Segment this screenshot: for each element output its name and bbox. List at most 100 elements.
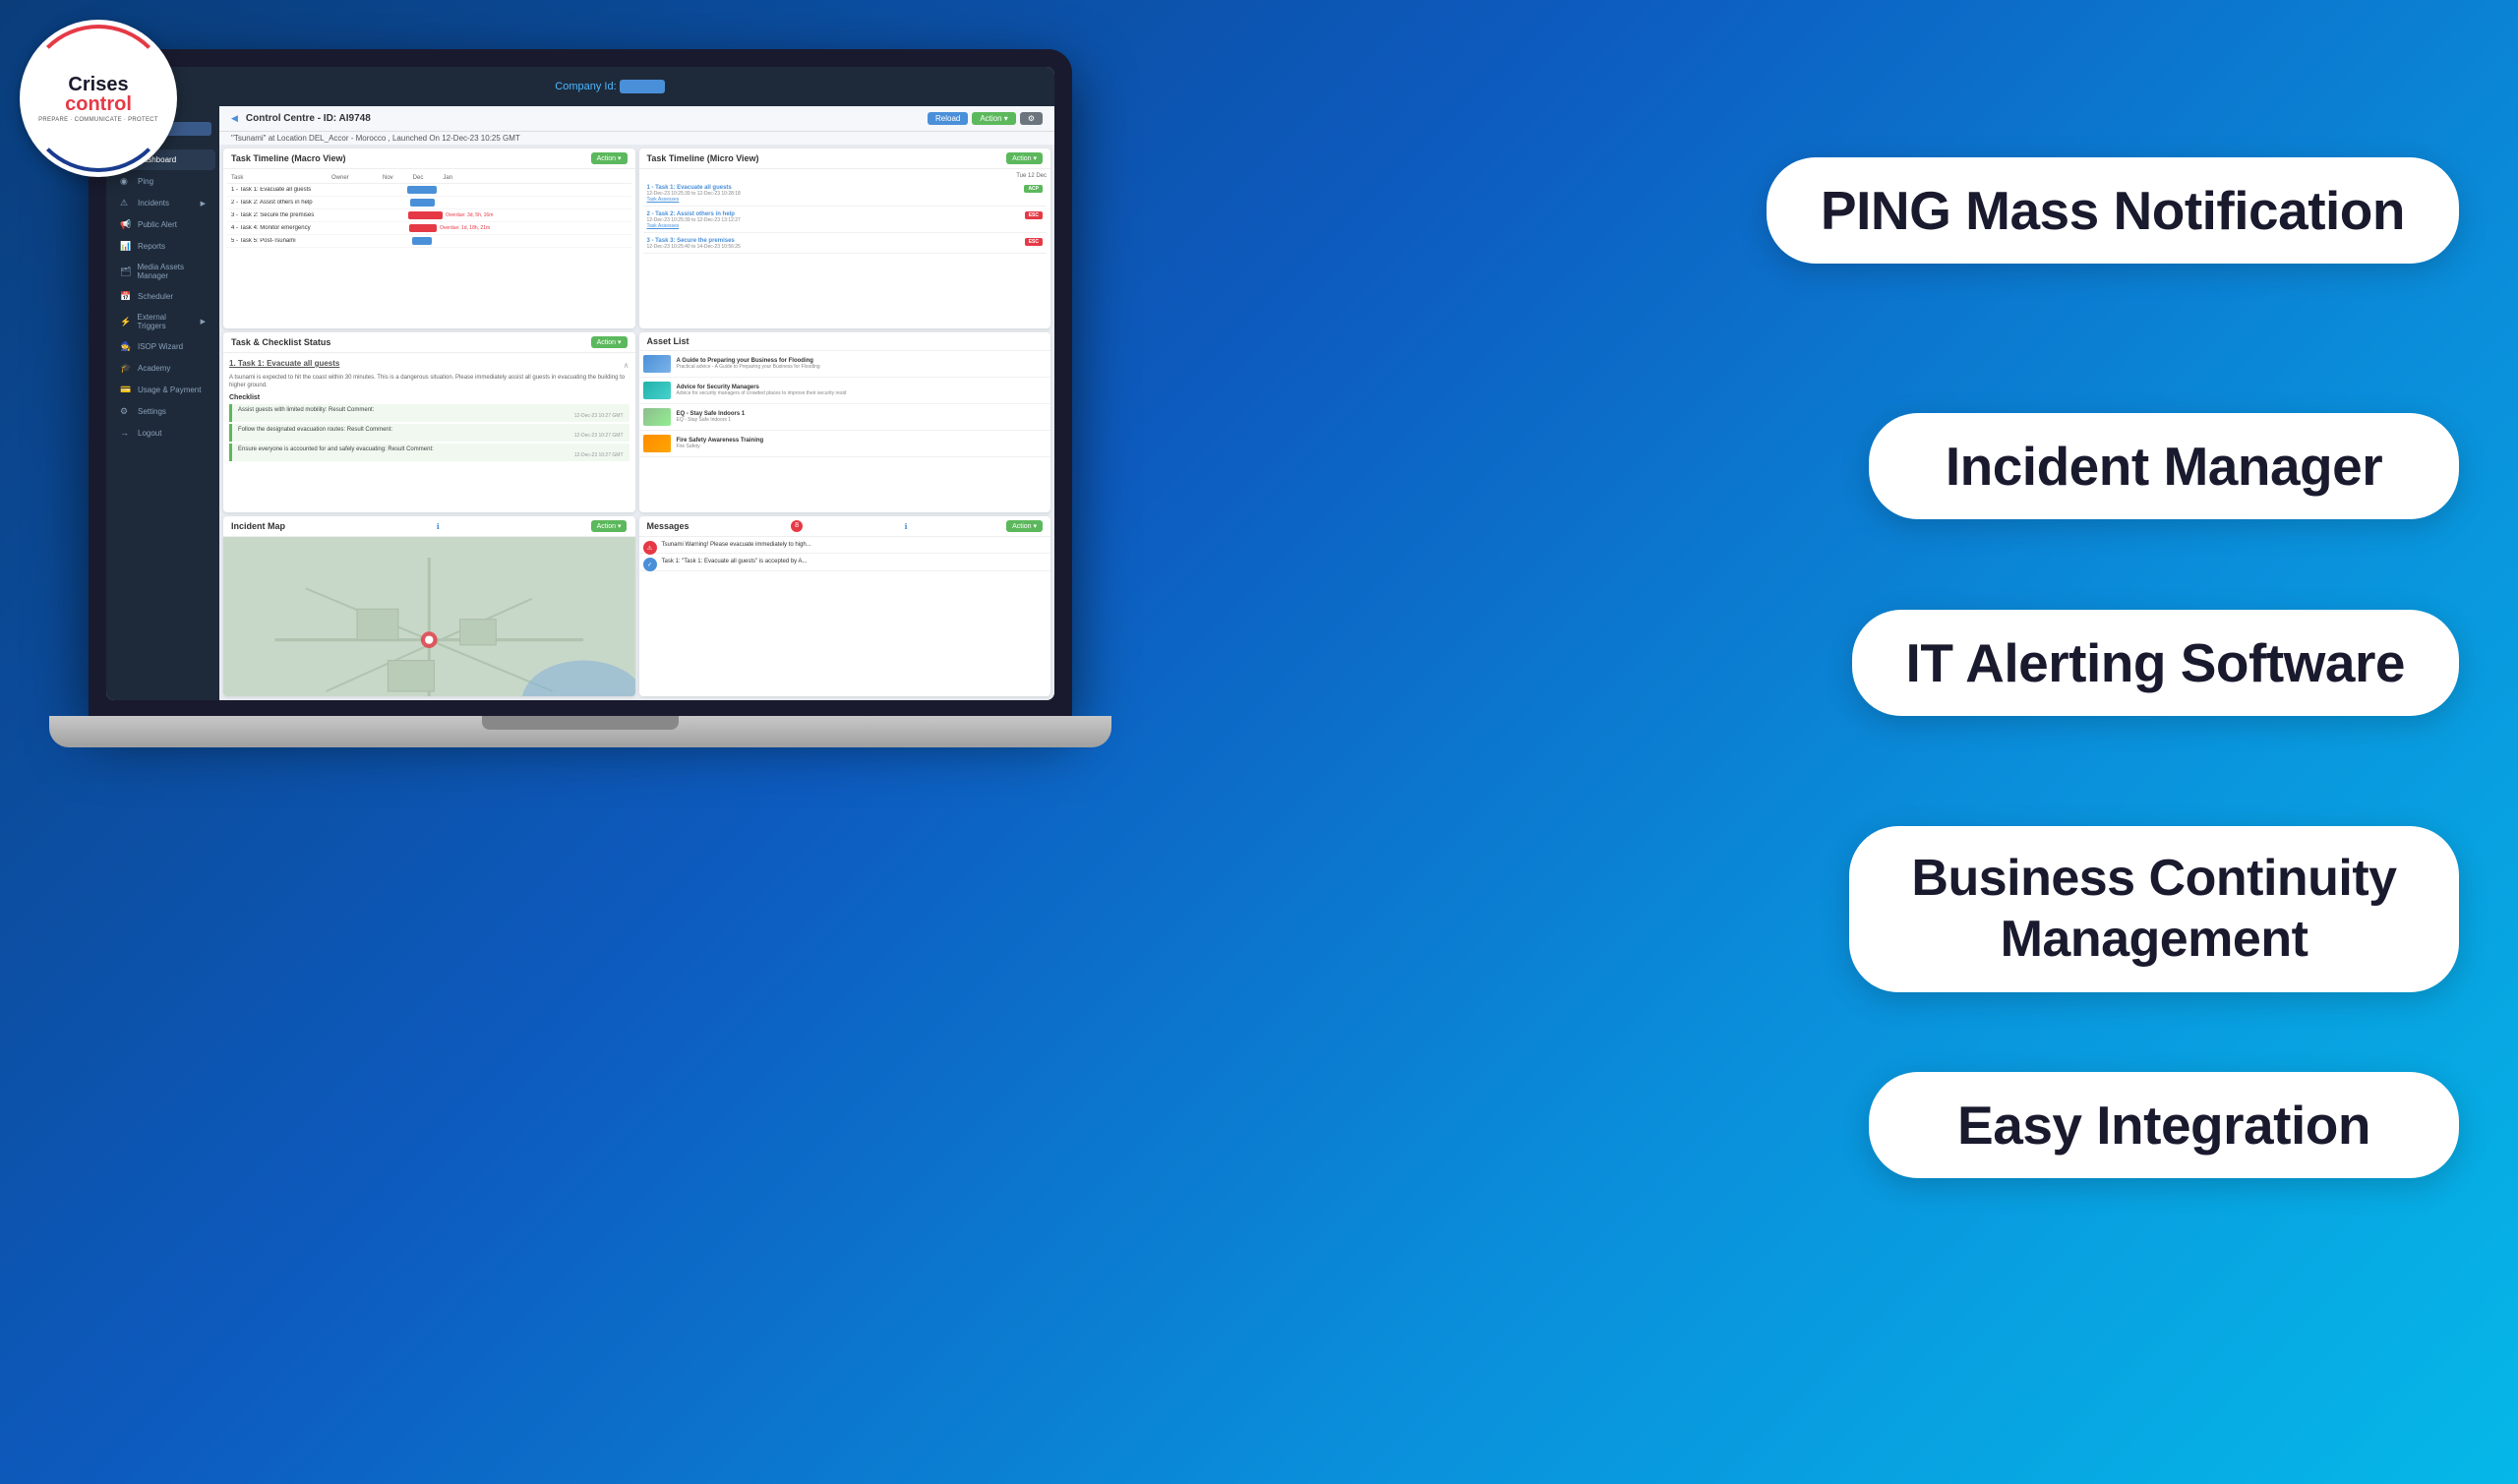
asset-thumb-1 xyxy=(643,355,671,373)
message-icon-1: ⚠ xyxy=(643,541,657,555)
macro-panel-header: Task Timeline (Macro View) Action ▾ xyxy=(223,148,635,169)
checklist-label: Checklist xyxy=(229,394,630,401)
gantt-bar-2 xyxy=(410,199,435,207)
map-panel-header: Incident Map ℹ Action ▾ xyxy=(223,516,635,537)
sidebar-item-media[interactable]: 🗂 Media Assets Manager xyxy=(110,258,215,285)
feature-ping-text: PING Mass Notification xyxy=(1821,180,2405,241)
checklist-ts-1: 12-Dec-23 10:27 GMT xyxy=(238,413,624,419)
sidebar-item-ping[interactable]: ◉ Ping xyxy=(110,171,215,192)
checklist-panel-header: Task & Checklist Status Action ▾ xyxy=(223,332,635,353)
sidebar-item-reports[interactable]: 📊 Reports xyxy=(110,236,215,257)
sidebar-item-settings[interactable]: ⚙ Settings xyxy=(110,401,215,422)
isop-icon: 🧙 xyxy=(120,341,132,352)
map-panel-title: Incident Map xyxy=(231,521,285,531)
micro-item-3-date: 12-Dec-23 10:25:40 to 14-Dec-23 10:56:25 xyxy=(647,244,1044,250)
micro-date-label: Tue 12 Dec xyxy=(643,173,1048,179)
reports-icon: 📊 xyxy=(120,241,132,252)
asset-item-2: Advice for Security Managers Advice for … xyxy=(639,378,1051,404)
gantt-row-5: 5 - Task 5: Post-Tsunami xyxy=(227,235,631,248)
gantt-row-4: 4 - Task 4: Monitor emergency Overdue: 1… xyxy=(227,222,631,235)
incidents-icon: ⚠ xyxy=(120,198,132,208)
sidebar-item-public-alert[interactable]: 📢 Public Alert xyxy=(110,214,215,235)
gantt-header: Task Owner Nov Dec Jan xyxy=(227,173,631,184)
task-timeline-macro-panel: Task Timeline (Macro View) Action ▾ Task… xyxy=(223,148,635,328)
micro-item-2-assess[interactable]: Task Assesses xyxy=(647,223,1044,229)
gantt-task-2-label: 2 - Task 2: Assist others in help xyxy=(231,200,330,206)
sidebar-item-usage[interactable]: 💳 Usage & Payment xyxy=(110,380,215,400)
feature-pill-ping: PING Mass Notification xyxy=(1767,157,2459,264)
sidebar-label-academy: Academy xyxy=(138,364,170,373)
asset-info-1: A Guide to Preparing your Business for F… xyxy=(677,358,1048,370)
action-button[interactable]: Action ▾ xyxy=(972,112,1015,125)
gantt-col-owner: Owner xyxy=(331,175,381,181)
sidebar-item-isop[interactable]: 🧙 ISOP Wizard xyxy=(110,336,215,357)
task-description: A tsunami is expected to hit the coast w… xyxy=(229,374,630,390)
micro-item-2: 2 - Task 2: Assist others in help ESC 12… xyxy=(643,208,1048,233)
map-display: + ⛶ xyxy=(223,537,635,696)
checklist-panel-title: Task & Checklist Status xyxy=(231,337,330,347)
messages-panel-body: ⚠ Tsunami Warning! Please evacuate immed… xyxy=(639,537,1051,696)
triggers-arrow: ▶ xyxy=(201,318,206,326)
map-svg xyxy=(223,537,635,696)
sidebar-label-settings: Settings xyxy=(138,407,166,416)
feature-incident-text: Incident Manager xyxy=(1946,436,2382,497)
gear-button[interactable]: ⚙ xyxy=(1020,112,1043,125)
asset-panel-header: Asset List xyxy=(639,332,1051,351)
asset-info-2: Advice for Security Managers Advice for … xyxy=(677,385,1048,396)
gantt-task-3-label: 3 - Task 2: Secure the premises xyxy=(231,212,330,218)
sidebar-item-academy[interactable]: 🎓 Academy xyxy=(110,358,215,379)
asset-panel-title: Asset List xyxy=(647,336,689,346)
header-company-label: Company Id: xyxy=(178,81,1043,92)
micro-action-btn[interactable]: Action ▾ xyxy=(1006,152,1043,164)
task-timeline-micro-panel: Task Timeline (Micro View) Action ▾ Tue … xyxy=(639,148,1051,328)
sidebar-item-logout[interactable]: → Logout xyxy=(110,423,215,443)
sidebar-label-public-alert: Public Alert xyxy=(138,220,177,229)
collapse-icon[interactable]: ∧ xyxy=(624,361,630,370)
asset-thumb-2 xyxy=(643,382,671,399)
micro-badge-1: ACP xyxy=(1024,185,1043,193)
checklist-ts-2: 12-Dec-23 10:27 GMT xyxy=(238,433,624,439)
gantt-col-dates: Nov Dec Jan xyxy=(383,175,628,181)
map-action-btn[interactable]: Action ▾ xyxy=(591,520,628,532)
asset-panel-body: A Guide to Preparing your Business for F… xyxy=(639,351,1051,512)
micro-panel-body: Tue 12 Dec 1 - Task 1: Evacuate all gues… xyxy=(639,169,1051,328)
checklist-item-3: Ensure everyone is accounted for and saf… xyxy=(229,444,630,461)
laptop-base xyxy=(49,716,1111,747)
reload-button[interactable]: Reload xyxy=(928,112,968,125)
logout-icon: → xyxy=(120,428,132,438)
incidents-arrow: ▶ xyxy=(201,200,206,208)
sidebar-item-scheduler[interactable]: 📅 Scheduler xyxy=(110,286,215,307)
sidebar-item-incidents[interactable]: ⚠ Incidents ▶ xyxy=(110,193,215,213)
settings-icon: ⚙ xyxy=(120,406,132,417)
micro-item-1-assess[interactable]: Task Assesses xyxy=(647,197,1044,203)
task-header-row: 1. Task 1: Evacuate all guests ∧ xyxy=(229,359,630,371)
messages-info-icon[interactable]: ℹ xyxy=(905,522,908,531)
macro-action-btn[interactable]: Action ▾ xyxy=(591,152,628,164)
gantt-bar-1 xyxy=(407,186,437,194)
gantt-row-1: 1 - Task 1: Evacuate all guests xyxy=(227,184,631,197)
message-text-1: Tsunami Warning! Please evacuate immedia… xyxy=(643,541,1048,549)
crises-control-logo: Crises control PREPARE · COMMUNICATE · P… xyxy=(20,20,177,177)
task-checklist-panel: Task & Checklist Status Action ▾ 1. Task… xyxy=(223,332,635,512)
sidebar-label-incidents: Incidents xyxy=(138,199,169,208)
laptop-hinge xyxy=(482,716,679,730)
sidebar-item-external-triggers[interactable]: ⚡ External Triggers ▶ xyxy=(110,308,215,335)
ping-icon: ◉ xyxy=(120,176,132,187)
checklist-action-btn[interactable]: Action ▾ xyxy=(591,336,628,348)
gantt-bar-3 xyxy=(408,211,443,219)
laptop-device: CC ☰ Company Id: AS ⊞ Dashb xyxy=(89,49,1131,797)
company-id-badge xyxy=(620,80,666,93)
app-body: AS ⊞ Dashboard ◉ Ping ⚠ Incidents ▶ xyxy=(106,106,1054,700)
messages-panel: Messages 8 ℹ Action ▾ ⚠ Tsunami Warning!… xyxy=(639,516,1051,696)
map-info-icon[interactable]: ℹ xyxy=(437,522,440,531)
checklist-panel-body: 1. Task 1: Evacuate all guests ∧ A tsuna… xyxy=(223,353,635,512)
gantt-task-4-label: 4 - Task 4: Monitor emergency xyxy=(231,225,330,231)
media-icon: 🗂 xyxy=(120,267,131,277)
checklist-item-2: Follow the designated evacuation routes:… xyxy=(229,424,630,442)
sidebar-label-scheduler: Scheduler xyxy=(138,292,173,301)
messages-action-btn[interactable]: Action ▾ xyxy=(1006,520,1043,532)
sidebar-label-media: Media Assets Manager xyxy=(137,263,206,280)
message-icon-2: ✓ xyxy=(643,558,657,571)
back-button[interactable]: ◀ xyxy=(231,113,238,124)
map-panel-body: Map Satellite xyxy=(223,537,635,696)
